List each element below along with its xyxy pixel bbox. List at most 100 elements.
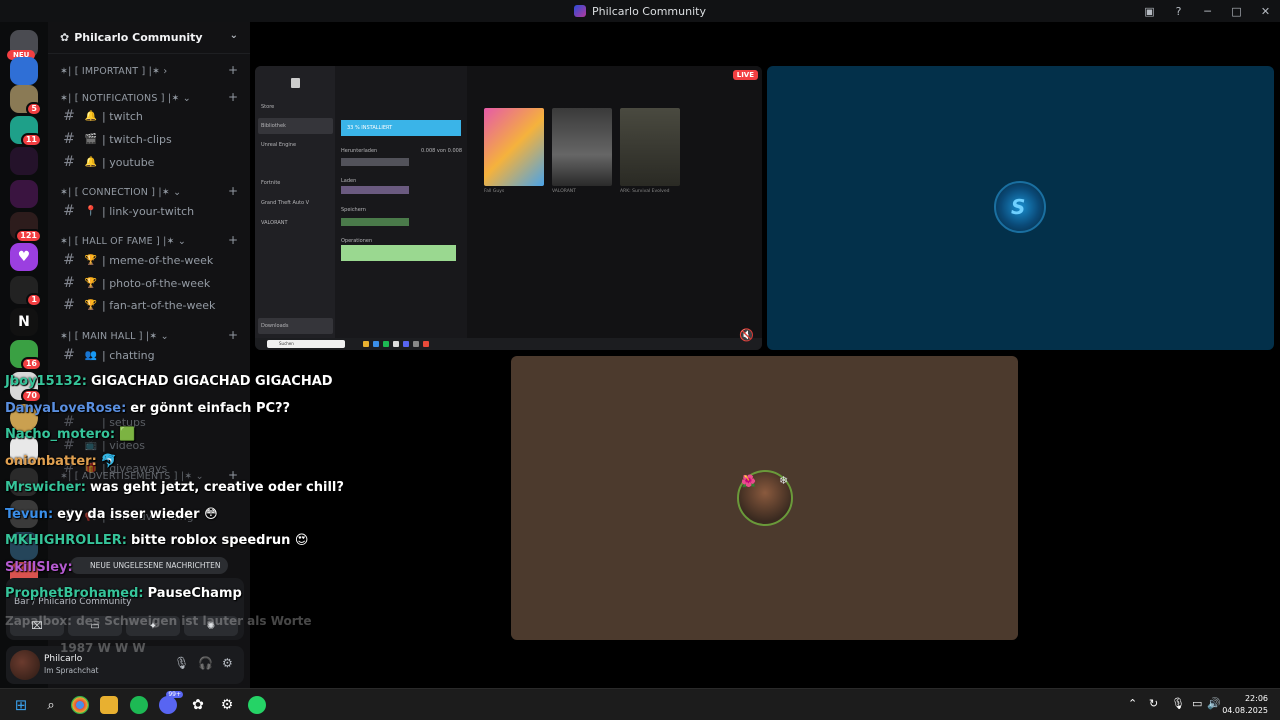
discord-icon[interactable]: 99+ <box>159 691 183 714</box>
category-connection[interactable]: ✶| [ CONNECTION ] |✶ ⌄ <box>60 187 181 198</box>
server-icon[interactable] <box>10 57 38 85</box>
channel-chatting[interactable]: # 👥 | chatting <box>58 345 154 365</box>
install-progress-label: 33 % INSTALLIERT <box>347 125 393 131</box>
epic-game-gta[interactable]: Grand Theft Auto V <box>261 200 309 206</box>
game-cover[interactable] <box>484 108 544 186</box>
hash-icon: # <box>63 252 75 268</box>
app-icon[interactable]: ⚙ <box>218 696 236 714</box>
category-important[interactable]: ✶| [ IMPORTANT ] |✶ › <box>60 66 167 77</box>
game-title: Fall Guys <box>484 189 505 194</box>
hash-icon: # <box>63 154 75 170</box>
inbox-icon[interactable]: ▣ <box>1135 5 1164 18</box>
chat-text: 🐬 <box>100 454 117 469</box>
category-main-hall[interactable]: ✶| [ MAIN HALL ] |✶ ⌄ <box>60 331 169 342</box>
channel-meme-of-the-week[interactable]: # 🏆 | meme-of-the-week <box>58 250 213 270</box>
gear-icon: ✿ <box>60 31 70 44</box>
chat-text: bitte roblox speedrun 😍 <box>131 533 309 548</box>
microphone-tray-icon[interactable]: 🎙 <box>1171 697 1185 710</box>
channel-youtube[interactable]: # 🔔 | youtube <box>58 152 154 172</box>
monitor-icon[interactable]: ▭ <box>1192 697 1202 710</box>
server-badge: 16 <box>20 357 42 371</box>
channel-twitch[interactable]: # 🔔 | twitch <box>58 106 143 126</box>
system-clock[interactable]: 22:06 04.08.2025 <box>1222 693 1268 717</box>
file-explorer-icon[interactable] <box>100 696 118 714</box>
game-cover[interactable] <box>552 108 612 186</box>
headphones-icon[interactable]: 🎧 <box>198 656 213 670</box>
close-button[interactable]: ✕ <box>1251 5 1280 18</box>
channel-label: | meme-of-the-week <box>102 253 214 267</box>
clock-date: 04.08.2025 <box>1222 706 1268 715</box>
server-badge: 11 <box>20 133 42 147</box>
server-icon[interactable]: 5 <box>10 85 42 116</box>
server-icon[interactable]: 16 <box>10 340 42 371</box>
sync-icon[interactable]: ↻ <box>1149 697 1158 710</box>
shared-search-box: Suchen <box>267 340 345 348</box>
microphone-icon[interactable]: 🎙 <box>174 656 189 670</box>
screen-share-tile[interactable]: Store Bibliothek Unreal Engine Fortnite … <box>255 66 762 350</box>
search-icon[interactable]: ⌕ <box>42 696 60 714</box>
user-name: Philcarlo <box>44 654 83 664</box>
game-title: ARK: Survival Evolved <box>620 189 670 194</box>
add-channel-icon[interactable]: + <box>228 328 238 342</box>
epic-game-fortnite[interactable]: Fortnite <box>261 180 280 186</box>
window-title: Philcarlo Community <box>592 4 706 18</box>
chat-message: Nacho_motero: 🟩 <box>5 427 135 442</box>
server-icon[interactable]: 121 <box>10 212 42 243</box>
add-channel-icon[interactable]: + <box>228 90 238 104</box>
chat-message-faded: 1987 W W W <box>60 641 146 655</box>
epic-nav-downloads[interactable]: Downloads <box>261 323 288 329</box>
save-section-label: Speichern <box>341 207 366 213</box>
title-bar: Philcarlo Community ▣ ? ─ □ ✕ <box>0 0 1280 22</box>
channel-twitch-clips[interactable]: # 🎬 | twitch-clips <box>58 129 172 149</box>
minimize-button[interactable]: ─ <box>1193 5 1222 18</box>
help-icon[interactable]: ? <box>1164 5 1193 18</box>
add-channel-icon[interactable]: + <box>228 184 238 198</box>
category-notifications[interactable]: ✶| [ NOTIFICATIONS ] |✶ ⌄ <box>60 93 191 104</box>
shared-search-label: Suchen <box>279 341 294 346</box>
avatar[interactable] <box>10 650 40 680</box>
epic-game-valorant[interactable]: VALORANT <box>261 220 288 226</box>
unread-messages-pill[interactable]: NEUE UNGELESENE NACHRICHTEN <box>70 557 229 574</box>
chatgpt-icon[interactable]: ✿ <box>189 696 207 714</box>
spotify-icon[interactable] <box>130 696 148 714</box>
speaker-muted-icon[interactable]: 🔇 <box>739 328 754 342</box>
channel-photo-of-the-week[interactable]: # 🏆 | photo-of-the-week <box>58 273 210 293</box>
flower-decoration-icon: 🌺 <box>741 474 756 488</box>
windows-start-icon[interactable]: ⊞ <box>12 696 30 714</box>
channel-label: | twitch <box>102 109 143 123</box>
chat-username: MKHIGHROLLER: <box>5 533 127 548</box>
snowflake-decoration-icon: ❄ <box>779 474 789 487</box>
whatsapp-icon[interactable] <box>248 696 266 714</box>
server-icon[interactable] <box>10 147 38 175</box>
channel-link-your-twitch[interactable]: # 📍 | link-your-twitch <box>58 201 194 221</box>
participant-tile[interactable]: 🌺 ❄ <box>511 356 1018 640</box>
epic-library-grid: Fall Guys VALORANT ARK: Survival Evolved <box>467 66 762 338</box>
heart-server-icon[interactable]: ♥ <box>10 243 38 271</box>
participant-tile[interactable]: S <box>767 66 1274 350</box>
channel-fan-art-of-the-week[interactable]: # 🏆 | fan-art-of-the-week <box>58 295 215 315</box>
hash-icon: # <box>63 131 75 147</box>
chevron-up-icon[interactable]: ⌃ <box>1128 697 1137 710</box>
server-icon[interactable]: N <box>10 308 38 336</box>
server-icon[interactable] <box>10 180 38 208</box>
game-cover[interactable] <box>620 108 680 186</box>
chrome-icon[interactable] <box>71 696 89 714</box>
live-badge: LIVE <box>732 70 758 80</box>
settings-gear-icon[interactable]: ⚙ <box>222 656 233 670</box>
category-hall-of-fame[interactable]: ✶| [ HALL OF FAME ] |✶ ⌄ <box>60 236 186 247</box>
server-icon[interactable]: 1 <box>10 276 42 307</box>
epic-nav-unreal[interactable]: Unreal Engine <box>261 142 296 148</box>
epic-nav-library[interactable]: Bibliothek <box>261 123 286 129</box>
chat-username: Nacho_motero: <box>5 427 116 442</box>
add-channel-icon[interactable]: + <box>228 233 238 247</box>
add-channel-icon[interactable]: + <box>228 63 238 77</box>
hash-icon: # <box>63 108 75 124</box>
volume-icon[interactable]: 🔊 <box>1207 697 1221 710</box>
server-icon[interactable]: 11 <box>10 116 42 147</box>
guild-header[interactable]: ✿ Philcarlo Community ⌄ <box>48 22 250 54</box>
chat-text: was geht jetzt, creative oder chill? <box>89 480 344 495</box>
chat-text: GIGACHAD GIGACHAD GIGACHAD <box>90 374 333 389</box>
epic-nav-store[interactable]: Store <box>261 104 274 110</box>
maximize-button[interactable]: □ <box>1222 5 1251 18</box>
epic-downloads-panel: 33 % INSTALLIERT Herunterladen 0.008 von… <box>335 66 467 338</box>
